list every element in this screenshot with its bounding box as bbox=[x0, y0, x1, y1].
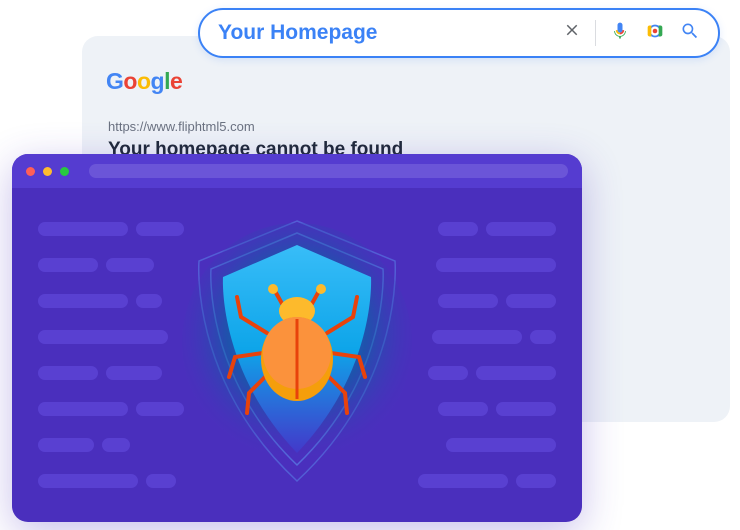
skeleton-line bbox=[38, 438, 94, 452]
logo-letter: e bbox=[170, 68, 182, 94]
skeleton-line bbox=[476, 366, 556, 380]
skeleton-line bbox=[38, 474, 138, 488]
address-bar-placeholder bbox=[89, 164, 568, 178]
divider bbox=[595, 20, 596, 46]
skeleton-line bbox=[38, 222, 128, 236]
result-url: https://www.fliphtml5.com bbox=[108, 119, 255, 134]
skeleton-line bbox=[38, 258, 98, 272]
window-minimize-dot[interactable] bbox=[43, 167, 52, 176]
search-bar[interactable]: Your Homepage bbox=[198, 8, 720, 58]
skeleton-line bbox=[446, 438, 556, 452]
skeleton-line bbox=[102, 438, 130, 452]
close-icon[interactable] bbox=[563, 21, 581, 45]
skeleton-line bbox=[38, 402, 128, 416]
skeleton-line bbox=[506, 294, 556, 308]
skeleton-line bbox=[106, 366, 162, 380]
shield-icon bbox=[157, 213, 437, 493]
logo-letter: o bbox=[123, 68, 137, 94]
logo-letter: o bbox=[137, 68, 151, 94]
skeleton-line bbox=[106, 258, 154, 272]
logo-letter: g bbox=[151, 68, 165, 94]
search-actions bbox=[563, 20, 700, 47]
skeleton-line bbox=[436, 258, 556, 272]
skeleton-line bbox=[438, 222, 478, 236]
skeleton-line bbox=[438, 402, 488, 416]
skeleton-line bbox=[530, 330, 556, 344]
skeleton-line bbox=[38, 330, 168, 344]
skeleton-line bbox=[438, 294, 498, 308]
skeleton-line bbox=[516, 474, 556, 488]
skeleton-line bbox=[496, 402, 556, 416]
google-logo: Google bbox=[106, 68, 182, 95]
skeleton-line bbox=[38, 366, 98, 380]
search-input[interactable]: Your Homepage bbox=[218, 21, 563, 45]
search-icon[interactable] bbox=[680, 21, 700, 46]
window-title-bar bbox=[12, 154, 582, 188]
mic-icon[interactable] bbox=[610, 21, 630, 46]
skeleton-line bbox=[38, 294, 128, 308]
camera-lens-icon[interactable] bbox=[644, 20, 666, 47]
skeleton-line bbox=[432, 330, 522, 344]
security-window bbox=[12, 154, 582, 522]
logo-letter: G bbox=[106, 68, 123, 94]
skeleton-line bbox=[486, 222, 556, 236]
window-maximize-dot[interactable] bbox=[60, 167, 69, 176]
window-close-dot[interactable] bbox=[26, 167, 35, 176]
